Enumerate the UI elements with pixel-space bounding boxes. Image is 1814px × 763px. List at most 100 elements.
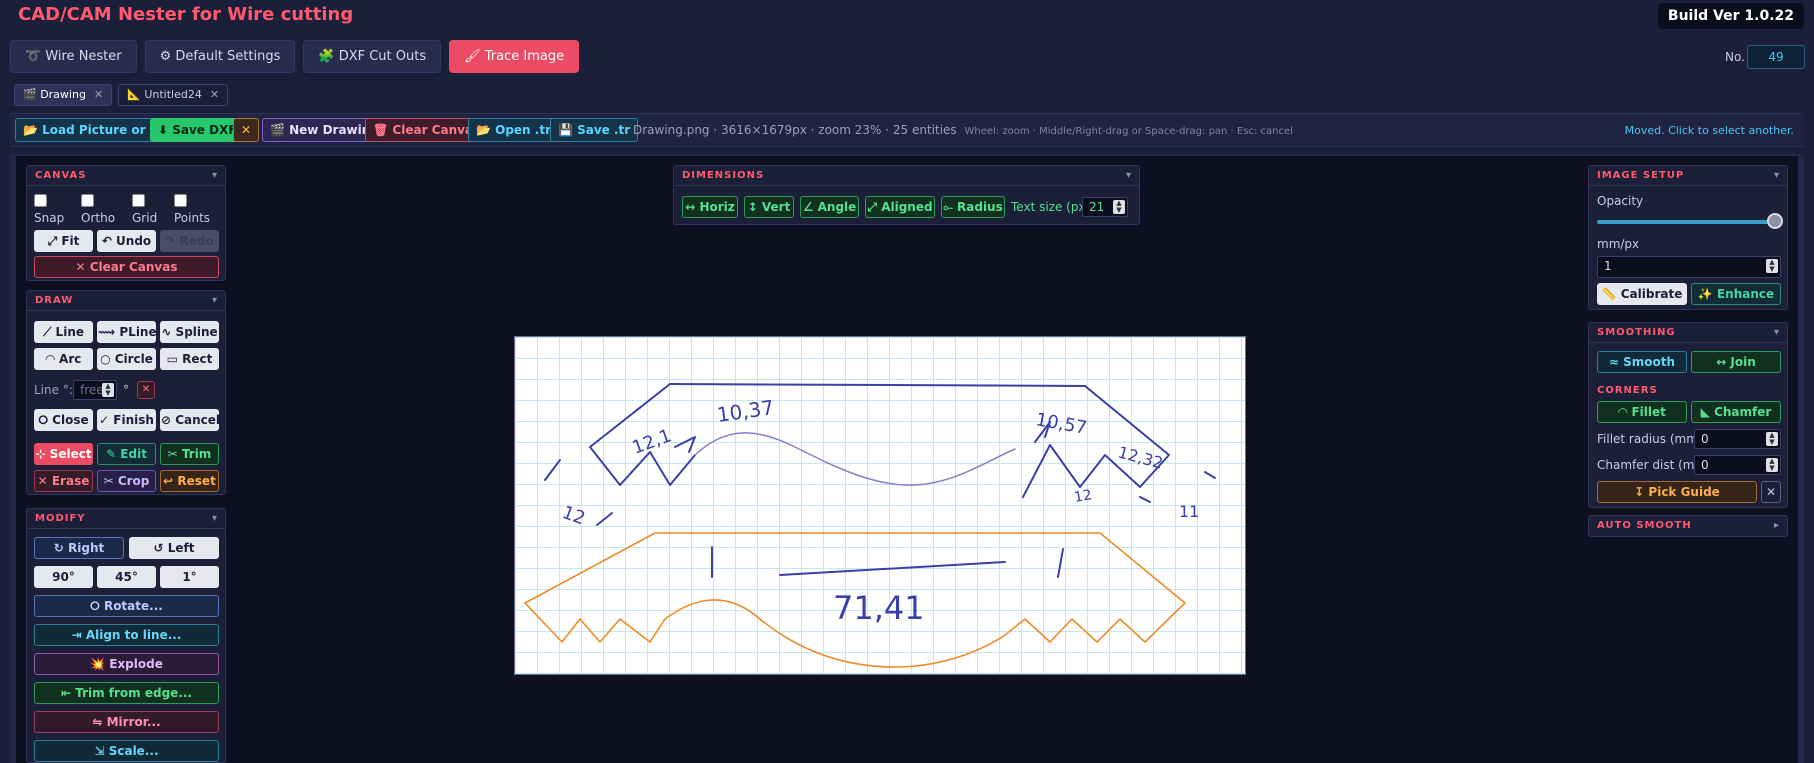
opacity-slider[interactable] — [1597, 220, 1775, 224]
chevron-down-icon[interactable]: ▾ — [212, 509, 217, 528]
snap-checkbox[interactable] — [34, 194, 47, 207]
mm-per-px-input[interactable]: 1 ▲ ▼ — [1597, 256, 1781, 278]
degree-symbol: ° — [123, 383, 129, 397]
tab-default-settings[interactable]: ⚙ Default Settings — [144, 40, 296, 73]
clear-angle-button[interactable]: ✕ — [137, 381, 155, 399]
rotate-left-button[interactable]: ↺ Left — [129, 537, 219, 559]
toolbar: 📂 Load Picture or DXF ⬇ Save DXF ✕ 🎬 New… — [10, 113, 1804, 147]
calibrate-button[interactable]: 📏 Calibrate — [1597, 283, 1687, 305]
open-tr-button[interactable]: 📂 Open .tr — [468, 118, 559, 142]
select-tool-button[interactable]: ⊹ Select — [34, 443, 93, 465]
align-to-line-button[interactable]: ⇥ Align to line... — [34, 624, 219, 646]
fillet-button[interactable]: ◠ Fillet — [1597, 401, 1687, 423]
dim-radius-button[interactable]: ⟜ Radius — [941, 196, 1005, 218]
stepper-icon[interactable]: ▲ ▼ — [1766, 259, 1778, 273]
panel-header[interactable]: CANVAS ▾ — [27, 166, 225, 186]
smooth-button[interactable]: ≈ Smooth — [1597, 351, 1687, 373]
panel-header[interactable]: MODIFY ▾ — [27, 509, 225, 529]
navigation-hint: Wheel: zoom · Middle/Right-drag or Space… — [964, 126, 1293, 137]
smoothing-panel: SMOOTHING ▾ ≈ Smooth ↔ Join CORNERS ◠ Fil… — [1588, 322, 1788, 508]
join-button[interactable]: ↔ Join — [1691, 351, 1781, 373]
undo-button[interactable]: ↶ Undo — [97, 230, 156, 252]
save-dxf-button[interactable]: ⬇ Save DXF — [150, 118, 245, 142]
close-icon[interactable]: ✕ — [210, 85, 219, 105]
line-angle-input[interactable]: free ▲ ▼ — [73, 380, 117, 400]
erase-tool-button[interactable]: ✕ Erase — [34, 470, 93, 492]
finish-button[interactable]: ✓ Finish — [97, 409, 156, 431]
clear-canvas-button[interactable]: ✕ Clear Canvas — [34, 256, 219, 278]
spline-tool-button[interactable]: ∿ Spline — [160, 321, 219, 343]
rotate-dialog-button[interactable]: ⭘ Rotate... — [34, 595, 219, 617]
rect-tool-button[interactable]: ▭ Rect — [160, 348, 219, 370]
counter-input[interactable]: 49 — [1747, 45, 1805, 69]
edit-tool-button[interactable]: ✎ Edit — [97, 443, 156, 465]
stepper-icon[interactable]: ▲ ▼ — [102, 383, 114, 397]
fit-button[interactable]: ⤢ Fit — [34, 230, 93, 252]
circle-tool-button[interactable]: ○ Circle — [97, 348, 156, 370]
fillet-radius-input[interactable]: 0 ▲ ▼ — [1694, 429, 1781, 449]
reset-button[interactable]: ↩ Reset — [160, 470, 219, 492]
line-tool-button[interactable]: ⟋ Line — [34, 321, 93, 343]
chevron-down-icon[interactable]: ▾ — [212, 166, 217, 185]
angle-90-button[interactable]: 90° — [34, 566, 93, 588]
explode-button[interactable]: 💥 Explode — [34, 653, 219, 675]
text-size-input[interactable]: 21 ▲ ▼ — [1082, 197, 1128, 217]
tab-wire-nester[interactable]: ➰ Wire Nester — [10, 40, 137, 73]
image-setup-panel: IMAGE SETUP ▾ Opacity mm/px 1 ▲ ▼ 📏 Calibr… — [1588, 165, 1788, 310]
opacity-slider-thumb[interactable] — [1767, 213, 1783, 229]
dim-vert-button[interactable]: ↕ Vert — [744, 196, 794, 218]
rotate-right-button[interactable]: ↻ Right — [34, 537, 124, 559]
close-dxf-button[interactable]: ✕ — [233, 118, 260, 142]
angle-1-button[interactable]: 1° — [160, 566, 219, 588]
tab-dxf-cut-outs[interactable]: 🧩 DXF Cut Outs — [303, 40, 442, 73]
panel-title: SMOOTHING — [1597, 327, 1676, 338]
panel-header[interactable]: IMAGE SETUP ▾ — [1589, 166, 1787, 186]
points-checkbox[interactable] — [174, 194, 187, 207]
angle-45-button[interactable]: 45° — [97, 566, 156, 588]
tab-trace-image[interactable]: 🖌 Trace Image — [449, 40, 580, 73]
chamfer-dist-input[interactable]: 0 ▲ ▼ — [1694, 455, 1781, 475]
dim-angle-button[interactable]: ∠ Angle — [800, 196, 859, 218]
corners-heading: CORNERS — [1597, 385, 1658, 396]
stepper-icon[interactable]: ▲ ▼ — [1766, 458, 1778, 472]
chevron-down-icon[interactable]: ▾ — [212, 291, 217, 310]
grid-checkbox[interactable] — [132, 194, 145, 207]
text-size-label: Text size (px) — [1011, 200, 1091, 214]
chevron-down-icon[interactable]: ▾ — [1774, 166, 1779, 185]
stepper-icon[interactable]: ▲ ▼ — [1766, 432, 1778, 446]
panel-header[interactable]: DRAW ▾ — [27, 291, 225, 311]
mirror-button[interactable]: ⇋ Mirror... — [34, 711, 219, 733]
chevron-down-icon[interactable]: ▾ — [1774, 323, 1779, 342]
clear-guide-button[interactable]: ✕ — [1761, 481, 1781, 503]
canvas-panel: CANVAS ▾ Snap Ortho Grid Points ⤢ Fit ↶ U… — [26, 165, 226, 281]
pick-guide-button[interactable]: ↧ Pick Guide — [1597, 481, 1757, 503]
scale-button[interactable]: ⇲ Scale... — [34, 740, 219, 762]
snap-label: Snap — [34, 211, 65, 225]
arc-tool-button[interactable]: ◠ Arc — [34, 348, 93, 370]
dim-horiz-button[interactable]: ↔ Horiz — [682, 196, 738, 218]
save-tr-button[interactable]: 💾 Save .tr — [550, 118, 639, 142]
cancel-button[interactable]: ⊘ Cancel — [160, 409, 220, 431]
pline-tool-button[interactable]: ⟿ PLine — [97, 321, 157, 343]
close-icon[interactable]: ✕ — [94, 85, 103, 105]
chevron-right-icon[interactable]: ▸ — [1774, 516, 1779, 536]
chevron-down-icon[interactable]: ▾ — [1126, 166, 1131, 185]
panel-header[interactable]: DIMENSIONS ▾ — [674, 166, 1139, 186]
close-shape-button[interactable]: ⭘ Close — [34, 409, 93, 431]
chamfer-dist-value: 0 — [1701, 458, 1709, 472]
trim-from-edge-button[interactable]: ⇤ Trim from edge... — [34, 682, 219, 704]
panel-title: MODIFY — [35, 513, 86, 524]
panel-header[interactable]: SMOOTHING ▾ — [1589, 323, 1787, 343]
panel-header[interactable]: AUTO SMOOTH ▸ — [1589, 516, 1787, 536]
enhance-button[interactable]: ✨ Enhance — [1691, 283, 1781, 305]
trim-tool-button[interactable]: ✂ Trim — [160, 443, 219, 465]
chamfer-button[interactable]: ◣ Chamfer — [1691, 401, 1781, 423]
traced-image[interactable]: 10,37 12,1 12 10,57 12,32 12 11 71,41 — [514, 336, 1246, 675]
doc-tab-untitled24[interactable]: 📐 Untitled24 ✕ — [118, 84, 229, 106]
dim-aligned-button[interactable]: ⤢ Aligned — [865, 196, 935, 218]
doc-tab-drawing[interactable]: 🎬 Drawing ✕ — [14, 84, 113, 106]
crop-tool-button[interactable]: ✂ Crop — [97, 470, 156, 492]
stepper-icon[interactable]: ▲ ▼ — [1113, 200, 1125, 214]
redo-button[interactable]: ↷ Redo — [160, 230, 219, 252]
ortho-checkbox[interactable] — [81, 194, 94, 207]
